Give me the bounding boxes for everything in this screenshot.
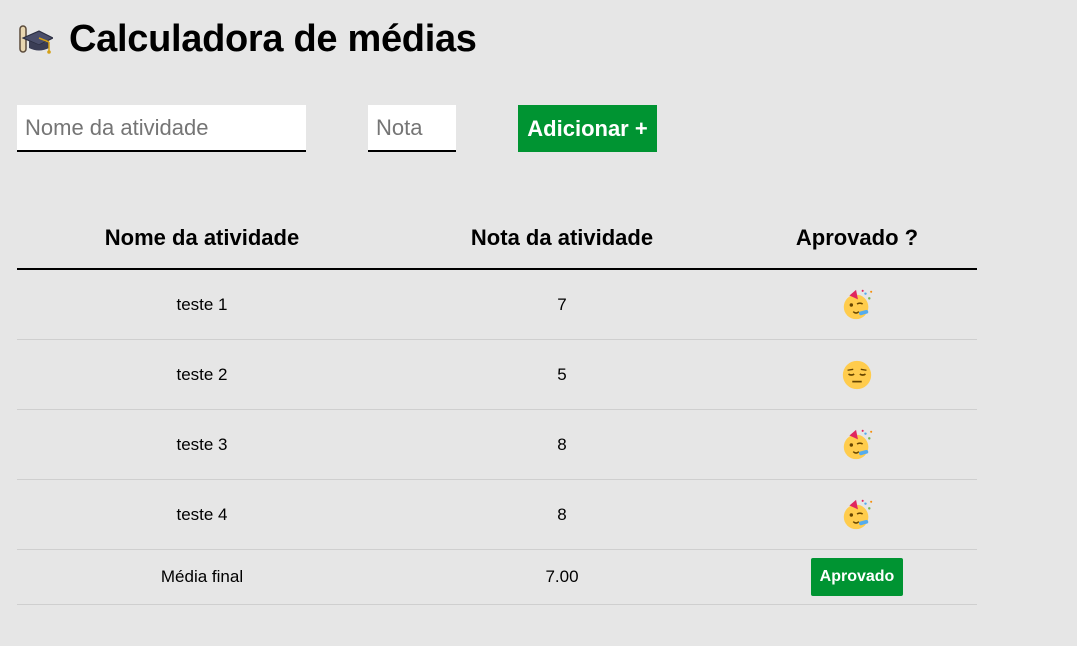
approved-cell	[737, 409, 977, 480]
add-button[interactable]: Adicionar +	[518, 105, 657, 152]
party-face-icon	[843, 499, 873, 529]
activity-grade-cell: 8	[387, 409, 737, 480]
approved-cell	[737, 479, 977, 550]
table-row: teste 4 8	[17, 479, 977, 550]
table-row: teste 2 5	[17, 339, 977, 410]
page-title: Calculadora de médias	[69, 18, 477, 60]
party-face-icon	[843, 429, 873, 459]
approved-badge: Aprovado	[810, 558, 904, 596]
final-average-value: 7.00	[387, 549, 737, 605]
activity-name-cell: teste 4	[17, 479, 387, 550]
table-row: teste 3 8	[17, 409, 977, 480]
final-average-label: Média final	[17, 549, 387, 605]
column-header-grade: Nota da atividade	[387, 208, 737, 270]
column-header-name: Nome da atividade	[17, 208, 387, 270]
table-header-row: Nome da atividade Nota da atividade Apro…	[17, 208, 977, 270]
column-header-approved: Aprovado ?	[737, 208, 977, 270]
grade-input[interactable]	[368, 105, 456, 152]
approved-cell	[737, 269, 977, 340]
activity-name-cell: teste 2	[17, 339, 387, 410]
graduation-cap-icon	[19, 24, 53, 54]
final-average-row: Média final 7.00 Aprovado	[17, 549, 977, 605]
activity-grade-cell: 5	[387, 339, 737, 410]
activity-grade-cell: 7	[387, 269, 737, 340]
approved-cell	[737, 339, 977, 410]
table-row: teste 1 7	[17, 269, 977, 340]
page-header: Calculadora de médias	[17, 18, 477, 61]
activity-name-cell: teste 1	[17, 269, 387, 340]
party-face-icon	[843, 289, 873, 319]
activities-table: Nome da atividade Nota da atividade Apro…	[17, 208, 977, 605]
pensive-face-icon	[842, 360, 872, 389]
activity-name-cell: teste 3	[17, 409, 387, 480]
activity-name-input[interactable]	[17, 105, 306, 152]
final-status-cell: Aprovado	[737, 549, 977, 605]
activity-grade-cell: 8	[387, 479, 737, 550]
